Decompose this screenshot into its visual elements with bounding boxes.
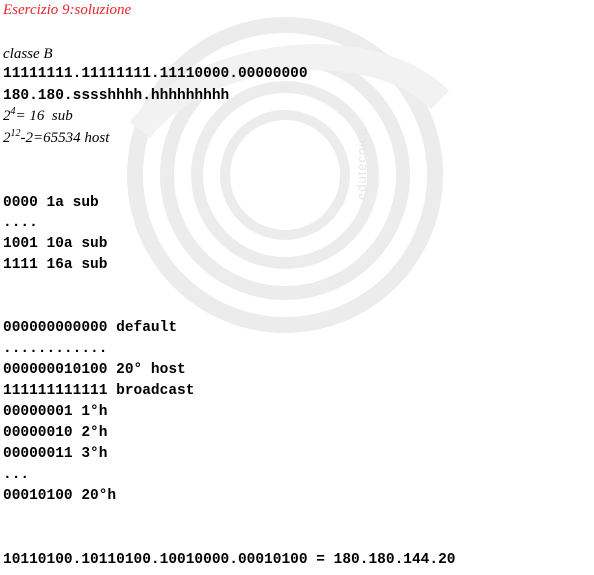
subnet-mask-bits: 11111111.11111111.11110000.00000000 — [3, 66, 308, 82]
subnet-formula-result: = 16 sub — [15, 108, 73, 124]
page-title: Esercizio 9:soluzione — [3, 2, 132, 18]
host-list-item: 111111111111 broadcast — [3, 383, 195, 399]
host-list-item: 00000010 2°h — [3, 425, 108, 441]
subnet-list-item: 1001 10a sub — [3, 236, 108, 252]
host-formula-result: -2=65534 host — [20, 130, 110, 146]
host-list-item: ............ — [3, 341, 108, 357]
subnet-list-item: .... — [3, 215, 38, 231]
host-formula-base: 2 — [3, 130, 11, 146]
subnet-formula-base: 2 — [3, 108, 11, 124]
host-list-item: 00010100 20°h — [3, 488, 117, 504]
address-pattern: 180.180.sssshhhh.hhhhhhhhh — [3, 88, 230, 104]
subnet-list-item: 0000 1a sub — [3, 195, 99, 211]
watermark-text: edutecnica — [354, 127, 369, 200]
result-address-line: 10110100.10110100.10010000.00010100 = 18… — [3, 552, 456, 568]
edutecnica-watermark-logo: edutecnica — [127, 17, 450, 333]
host-list-item: 00000001 1°h — [3, 404, 108, 420]
host-count-formula: 212-2=65534 host — [3, 128, 110, 147]
subnet-count-formula: 24= 16 sub — [3, 107, 73, 125]
host-list-item: ... — [3, 467, 30, 483]
subnet-list-item: 1111 16a sub — [3, 257, 108, 273]
host-list-item: 00000011 3°h — [3, 446, 108, 462]
host-list-item: 000000010100 20° host — [3, 362, 186, 378]
host-list-item: 000000000000 default — [3, 320, 178, 336]
class-label: classe B — [3, 46, 53, 62]
host-formula-exponent: 12 — [10, 128, 21, 139]
document-page: edutecnica Esercizio 9:soluzione classe … — [0, 0, 594, 575]
